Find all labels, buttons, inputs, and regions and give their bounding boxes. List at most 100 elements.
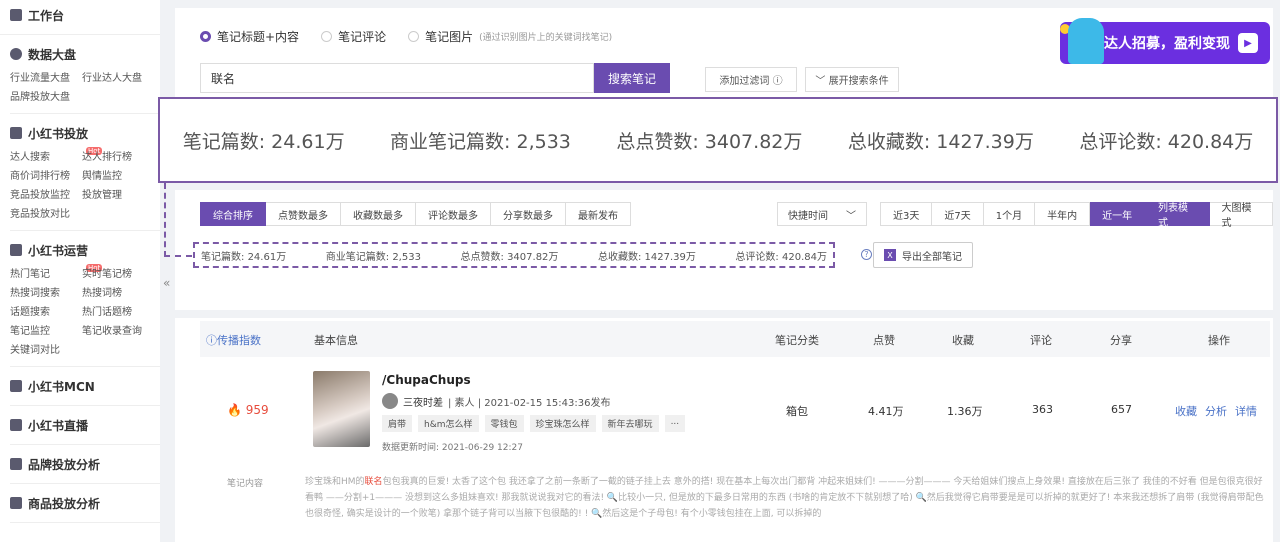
- time-range-tab[interactable]: 近3天: [880, 202, 933, 226]
- radio-dot: [321, 31, 333, 42]
- op-link[interactable]: 分析: [1205, 403, 1227, 419]
- bag-icon: [10, 458, 22, 470]
- sidebar-item[interactable]: 行业达人大盘: [82, 69, 154, 84]
- divider: [10, 230, 160, 231]
- radio-dot: [408, 31, 420, 42]
- sidebar-item[interactable]: 热搜词搜索: [10, 284, 82, 299]
- note-tag[interactable]: 珍宝珠怎么样: [529, 415, 596, 432]
- stat-value: 2,533: [516, 130, 571, 153]
- arrow-icon: ▶: [1238, 33, 1258, 53]
- pie-chart-icon: [10, 48, 22, 60]
- sidebar-section-title: 品牌投放分析: [28, 457, 101, 472]
- col-comments[interactable]: 评论: [1030, 332, 1052, 348]
- sidebar-workbench[interactable]: 工作台: [10, 0, 160, 30]
- time-range-tab[interactable]: 半年内: [1035, 202, 1091, 226]
- expand-conditions-button[interactable]: ﹀ 展开搜索条件: [805, 67, 899, 92]
- sort-tab[interactable]: 点赞数最多: [266, 202, 341, 226]
- stat-value: 2,533: [392, 251, 421, 263]
- time-range-tab[interactable]: 1个月: [983, 202, 1036, 226]
- sidebar-item[interactable]: 行业流量大盘: [10, 69, 82, 84]
- sidebar-item-label: 达人排行榜: [82, 152, 132, 163]
- sidebar-item[interactable]: 笔记监控: [10, 322, 82, 337]
- sidebar-item[interactable]: 达人排行榜Hot: [82, 148, 154, 163]
- note-comments: 363: [1032, 403, 1053, 416]
- sidebar-item[interactable]: 热搜词榜: [82, 284, 154, 299]
- collapse-sidebar-button[interactable]: «: [163, 276, 170, 290]
- sidebar-item-label: 笔记监控: [10, 326, 50, 337]
- briefcase-icon: [10, 127, 22, 139]
- sidebar-item[interactable]: 话题搜索: [10, 303, 82, 318]
- sidebar-item[interactable]: 商价词排行榜: [10, 167, 82, 182]
- recruit-banner[interactable]: 达人招募，盈利变现 ▶: [1060, 18, 1270, 64]
- sidebar-item[interactable]: 达人搜索Hot: [10, 147, 103, 163]
- sidebar-item[interactable]: 投放管理: [82, 186, 154, 201]
- sidebar-section-0[interactable]: 数据大盘: [10, 39, 160, 69]
- sidebar-section-1[interactable]: 小红书投放: [10, 118, 160, 148]
- note-category: 箱包: [786, 405, 808, 418]
- sidebar-item[interactable]: 关键词对比: [10, 341, 82, 356]
- search-input[interactable]: 联名: [200, 63, 594, 93]
- col-shares[interactable]: 分享: [1110, 332, 1132, 348]
- search-mode-radio[interactable]: 笔记标题+内容: [200, 28, 299, 45]
- sidebar-section-4[interactable]: 小红书直播: [10, 410, 160, 440]
- sort-tab[interactable]: 最新发布: [566, 202, 631, 226]
- radio-hint: (通过识别图片上的关键词找笔记): [479, 33, 613, 43]
- stat-item: 笔记篇数: 24.61万: [183, 127, 345, 154]
- sidebar-item[interactable]: 竞品投放监控: [10, 186, 82, 201]
- col-collects[interactable]: 收藏: [952, 332, 974, 348]
- stat-value: 420.84万: [1167, 130, 1254, 153]
- sidebar-item[interactable]: 笔记收录查询: [82, 322, 154, 337]
- quick-time-select[interactable]: 快捷时间 ﹀: [777, 202, 867, 226]
- note-tag[interactable]: 肩带: [382, 415, 413, 432]
- export-all-button[interactable]: X 导出全部笔记: [873, 242, 973, 268]
- time-range-tab[interactable]: 近一年: [1090, 202, 1146, 226]
- sidebar-item-grid: 热门笔记Hot 实时笔记榜 热搜词搜索 热搜词榜 话题搜索 热门话题榜笔记监控 笔记收录查询…: [10, 264, 160, 362]
- spread-index: 🔥 959: [227, 403, 269, 417]
- avatar[interactable]: [382, 393, 398, 409]
- sidebar-item[interactable]: 热门话题榜: [82, 303, 154, 318]
- note-tag[interactable]: 零钱包: [484, 415, 524, 432]
- search-mode-radio[interactable]: 笔记评论: [321, 28, 386, 45]
- note-author: 三夜时差 | 素人 | 2021-02-15 15:43:36发布: [382, 393, 610, 409]
- notes-table: ⓘ传播指数 基本信息 笔记分类 点赞 收藏 评论 分享 操作 🔥 959 /Ch…: [175, 318, 1273, 542]
- view-mode-tab[interactable]: 列表模式: [1145, 202, 1210, 229]
- col-likes[interactable]: 点赞: [873, 332, 895, 348]
- add-filter-button[interactable]: 添加过滤词 ⓘ: [705, 67, 797, 92]
- sidebar-section-5[interactable]: 品牌投放分析: [10, 449, 160, 479]
- time-range-tab[interactable]: 近7天: [932, 202, 984, 226]
- sort-tab[interactable]: 综合排序: [200, 202, 266, 226]
- note-collects: 1.36万: [947, 405, 983, 418]
- table-row[interactable]: 🔥 959 /ChupaChups 三夜时差 | 素人 | 2021-02-15…: [200, 358, 1270, 458]
- stat-label: 商业笔记篇数:: [325, 251, 393, 263]
- sidebar-item[interactable]: 舆情监控Beta: [82, 166, 160, 182]
- view-mode-tab[interactable]: 大图模式: [1209, 202, 1273, 229]
- sidebar-item[interactable]: 品牌投放大盘: [10, 88, 82, 103]
- sort-tab[interactable]: 分享数最多: [491, 202, 566, 226]
- note-tag[interactable]: ...: [664, 415, 686, 432]
- author-name[interactable]: 三夜时差: [403, 394, 443, 409]
- sidebar-item-label: 关键词对比: [10, 345, 60, 356]
- stat-item: 笔记篇数: 24.61万: [201, 248, 286, 263]
- note-title[interactable]: /ChupaChups: [382, 373, 471, 387]
- sidebar-section-2[interactable]: 小红书运营: [10, 235, 160, 265]
- author-meta: | 素人 | 2021-02-15 15:43:36发布: [448, 397, 611, 409]
- search-button[interactable]: 搜索笔记: [594, 63, 670, 93]
- op-link[interactable]: 收藏: [1175, 403, 1197, 419]
- help-icon[interactable]: ?: [861, 249, 872, 260]
- sidebar-item[interactable]: 热门笔记Hot: [10, 264, 103, 280]
- sidebar-section-3[interactable]: 小红书MCN: [10, 371, 160, 401]
- sidebar-section-6[interactable]: 商品投放分析: [10, 488, 160, 518]
- sidebar-item[interactable]: 竞品投放对比: [10, 205, 82, 220]
- op-link[interactable]: 详情: [1235, 403, 1257, 419]
- sort-tab[interactable]: 评论数最多: [416, 202, 491, 226]
- sidebar-item[interactable]: 实时笔记榜: [82, 265, 154, 280]
- note-likes: 4.41万: [868, 405, 904, 418]
- search-mode-radio[interactable]: 笔记图片 (通过识别图片上的关键词找笔记): [408, 28, 612, 45]
- sidebar-item-label: 竞品投放对比: [10, 209, 70, 220]
- sort-tab[interactable]: 收藏数最多: [341, 202, 416, 226]
- note-thumbnail[interactable]: [313, 371, 370, 447]
- note-tag[interactable]: h&m怎么样: [418, 415, 479, 432]
- col-spread[interactable]: ⓘ传播指数: [206, 332, 261, 348]
- note-tag[interactable]: 新年去哪玩: [601, 415, 659, 432]
- stat-item: 总评论数: 420.84万: [1079, 127, 1253, 154]
